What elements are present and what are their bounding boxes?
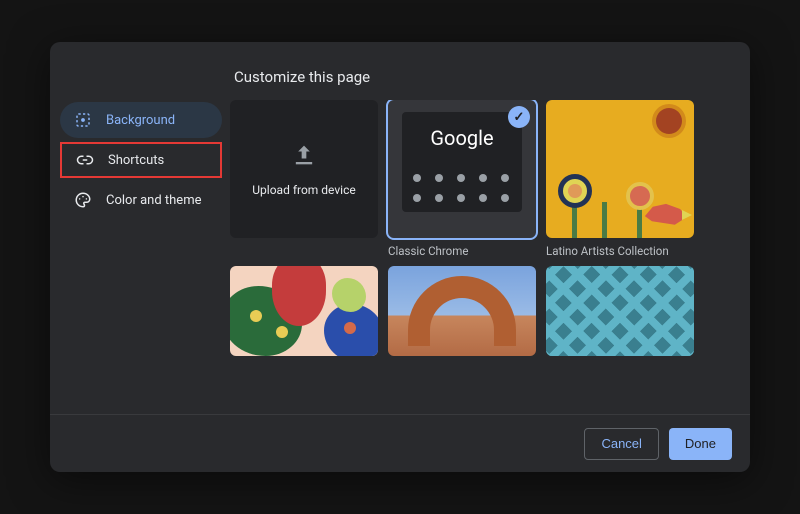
backgrounds-grid: Upload from device Google — [230, 100, 738, 356]
google-logo-text: Google — [430, 126, 493, 150]
sidebar-item-background[interactable]: Background — [60, 102, 222, 138]
upload-label: Upload from device — [252, 183, 355, 197]
background-option-latino-artists[interactable] — [546, 100, 694, 238]
tile-latino-artists: Latino Artists Collection — [546, 100, 694, 258]
done-button[interactable]: Done — [669, 428, 732, 460]
tile-upload: Upload from device — [230, 100, 378, 258]
tile-caption: Classic Chrome — [388, 244, 536, 258]
tile-abstract-blobs — [230, 266, 378, 356]
main-panel: Customize this page Upload from device — [230, 42, 750, 414]
tile-caption — [230, 244, 378, 258]
sidebar-item-label: Color and theme — [106, 193, 202, 208]
selected-check-icon — [508, 106, 530, 128]
tile-geometric — [546, 266, 694, 356]
thumbnail-geometric — [546, 266, 694, 356]
sidebar-item-label: Background — [106, 113, 175, 128]
sidebar-item-color-theme[interactable]: Color and theme — [60, 182, 222, 218]
dialog-body: Background Shortcuts — [50, 42, 750, 414]
background-option-abstract[interactable] — [230, 266, 378, 356]
thumbnail-arch — [388, 266, 536, 356]
dialog-footer: Cancel Done — [50, 414, 750, 472]
thumbnail-blobs — [230, 266, 378, 356]
cancel-button[interactable]: Cancel — [584, 428, 658, 460]
upload-from-device[interactable]: Upload from device — [230, 100, 378, 238]
image-frame-icon — [74, 111, 92, 129]
classic-chrome-preview: Google — [402, 112, 522, 212]
tile-caption: Latino Artists Collection — [546, 244, 694, 258]
link-icon — [76, 151, 94, 169]
tile-classic-chrome: Google Classic Chrome — [388, 100, 536, 258]
thumbnail-latino — [546, 100, 694, 238]
preview-shortcuts — [413, 174, 511, 204]
upload-icon — [290, 141, 318, 169]
background-option-landscape[interactable] — [388, 266, 536, 356]
sidebar-item-shortcuts[interactable]: Shortcuts — [60, 142, 222, 178]
palette-icon — [74, 191, 92, 209]
background-option-classic-chrome[interactable]: Google — [388, 100, 536, 238]
background-option-geometric[interactable] — [546, 266, 694, 356]
backgrounds-scroll[interactable]: Upload from device Google — [230, 100, 750, 414]
sidebar-item-label: Shortcuts — [108, 153, 164, 168]
sidebar: Background Shortcuts — [50, 42, 230, 414]
tile-arch — [388, 266, 536, 356]
dialog-title: Customize this page — [230, 42, 750, 100]
customize-dialog: Background Shortcuts — [50, 42, 750, 472]
